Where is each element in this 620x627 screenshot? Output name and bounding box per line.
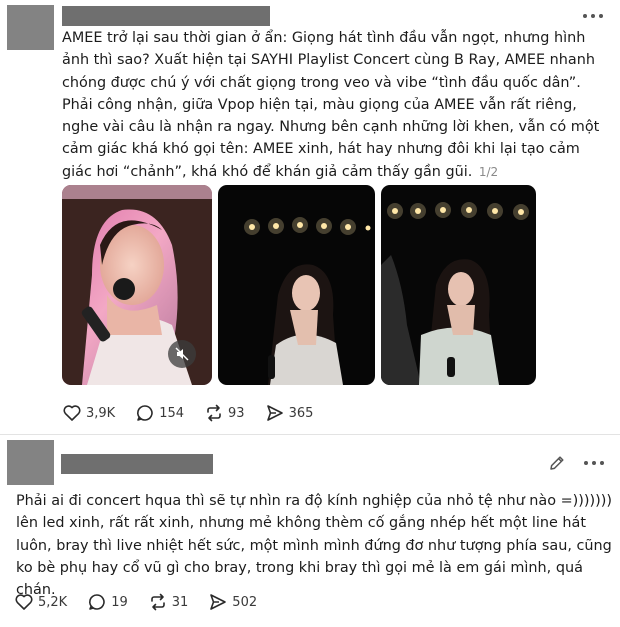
share-button[interactable]: 502 xyxy=(208,592,257,612)
media-image-3[interactable] xyxy=(381,185,536,385)
post-2: Phải ai đi concert hqua thì sẽ tự nhìn r… xyxy=(0,437,620,627)
repost-button[interactable]: 93 xyxy=(204,403,245,423)
repost-icon xyxy=(207,404,221,422)
post-actions: 5,2K 19 31 502 xyxy=(14,592,277,612)
post-1: AMEE trở lại sau thời gian ở ẩn: Giọng h… xyxy=(0,0,620,433)
page-counter: 1/2 xyxy=(478,164,499,179)
more-horizontal-icon[interactable] xyxy=(584,457,604,469)
post-text: Phải ai đi concert hqua thì sẽ tự nhìn r… xyxy=(16,493,617,599)
repost-button[interactable]: 31 xyxy=(148,592,189,612)
repost-count: 31 xyxy=(171,594,189,610)
like-button[interactable]: 5,2K xyxy=(14,592,67,612)
comment-count: 154 xyxy=(159,405,185,421)
share-count: 365 xyxy=(288,405,314,421)
send-icon xyxy=(266,405,283,421)
like-count: 5,2K xyxy=(38,594,68,610)
comment-count: 19 xyxy=(111,594,128,610)
post-divider xyxy=(0,434,620,435)
username-redacted[interactable] xyxy=(62,6,270,26)
comment-button[interactable]: 19 xyxy=(87,592,128,612)
post-text: AMEE trở lại sau thời gian ở ẩn: Giọng h… xyxy=(62,30,604,180)
share-button[interactable]: 365 xyxy=(265,403,314,423)
avatar-redacted[interactable] xyxy=(7,5,54,50)
muted-speaker-icon[interactable] xyxy=(168,340,196,368)
username-redacted[interactable] xyxy=(61,454,213,474)
share-count: 502 xyxy=(232,594,258,610)
heart-icon xyxy=(15,594,33,610)
repost-icon xyxy=(150,593,165,611)
like-count: 3,9K xyxy=(86,405,116,421)
send-icon xyxy=(210,594,227,610)
comment-bubble-icon xyxy=(89,594,105,610)
repost-count: 93 xyxy=(228,405,245,421)
post-body: AMEE trở lại sau thời gian ở ẩn: Giọng h… xyxy=(62,27,612,183)
like-button[interactable]: 3,9K xyxy=(62,403,115,423)
media-image-2[interactable] xyxy=(218,185,375,385)
pencil-icon[interactable] xyxy=(547,453,567,473)
media-photo-3 xyxy=(381,185,536,385)
heart-icon xyxy=(63,405,81,421)
post-actions: 3,9K 154 93 365 xyxy=(62,403,333,423)
more-horizontal-icon[interactable] xyxy=(583,10,603,22)
media-photo-2 xyxy=(218,185,375,385)
comment-button[interactable]: 154 xyxy=(135,403,184,423)
avatar-redacted[interactable] xyxy=(7,440,54,485)
comment-bubble-icon xyxy=(137,405,153,421)
